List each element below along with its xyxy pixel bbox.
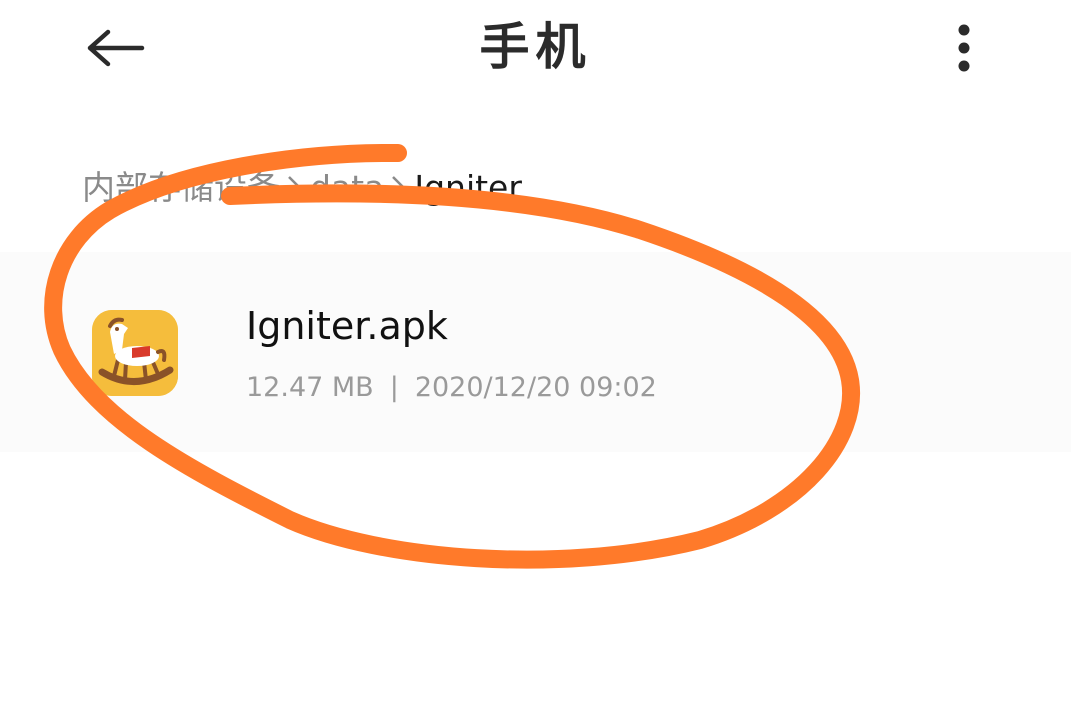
list-item[interactable]: Igniter.apk 12.47 MB | 2020/12/20 09:02 [0, 252, 1071, 452]
page-title: 手机 [479, 18, 592, 76]
more-vertical-icon [958, 24, 970, 72]
file-size: 12.47 MB [246, 372, 374, 403]
chevron-right-icon [286, 174, 304, 202]
breadcrumb-item-internal-storage[interactable]: 内部存储设备 [82, 166, 280, 210]
breadcrumb-item-data[interactable]: data [310, 166, 384, 210]
file-list: Igniter.apk 12.47 MB | 2020/12/20 09:02 [0, 252, 1071, 452]
chevron-right-icon [390, 174, 408, 202]
top-bar: 手机 [0, 0, 1071, 100]
meta-separator: | [389, 372, 399, 403]
breadcrumb-item-igniter[interactable]: Igniter [414, 166, 522, 210]
breadcrumb: 内部存储设备 data Igniter [82, 166, 522, 210]
file-name: Igniter.apk [246, 304, 448, 348]
file-modified-date: 2020/12/20 09:02 [414, 372, 657, 403]
more-options-button[interactable] [940, 22, 988, 74]
rocking-horse-app-icon [92, 310, 178, 396]
file-manager-screen: 手机 内部存储设备 data Igniter Igniter.apk 12.47… [0, 0, 1071, 705]
file-meta: 12.47 MB | 2020/12/20 09:02 [246, 370, 657, 406]
